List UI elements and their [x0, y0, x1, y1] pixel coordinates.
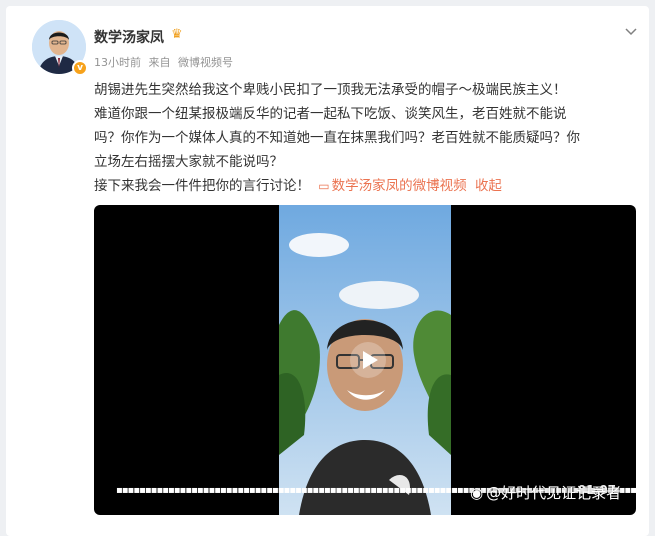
chevron-down-icon[interactable]: [621, 22, 641, 42]
post-meta: 13小时前 来自 微博视频号: [94, 54, 237, 70]
watermark: ◉ @好时代见证记录者: [470, 482, 621, 503]
weibo-post-card: v 数学汤家凤 ♛ 13小时前 来自 微博视频号 胡锡进先生突然给我这个卑贱小民…: [6, 6, 649, 536]
author-avatar[interactable]: v: [32, 20, 90, 78]
post-text: 胡锡进先生突然给我这个卑贱小民扣了一顶我无法承受的帽子～极端民族主义！ 难道你跟…: [94, 78, 639, 198]
post-text-last-line: 接下来我会一件件把你的言行讨论！ ▭ 数学汤家凤的微博视频 收起: [94, 174, 639, 198]
source-prefix: 来自: [148, 56, 171, 69]
play-icon[interactable]: [349, 341, 387, 379]
post-text-line: 接下来我会一件件把你的言行讨论！: [94, 178, 310, 194]
post-source[interactable]: 微博视频号: [178, 56, 233, 69]
video-link[interactable]: ▭ 数学汤家凤的微博视频: [318, 178, 466, 194]
post-text-line: 胡锡进先生突然给我这个卑贱小民扣了一顶我无法承受的帽子～极端民族主义！: [94, 82, 567, 98]
watermark-text: @好时代见证记录者: [486, 484, 622, 502]
author-name[interactable]: 数学汤家凤: [94, 27, 164, 47]
member-crown-icon: ♛: [171, 27, 183, 42]
verified-badge-icon: v: [72, 60, 88, 76]
post-time[interactable]: 13小时前: [94, 56, 141, 69]
weibo-logo-icon: ◉: [470, 484, 484, 502]
post-text-line: 立场左右摇摆大家就不能说吗？: [94, 154, 283, 170]
video-icon: ▭: [318, 179, 330, 193]
post-text-line: 吗？你作为一个媒体人真的不知道她一直在抹黑我们吗？老百姓就不能质疑吗？你: [94, 130, 580, 146]
video-player[interactable]: ▪▪▪▪▪▪▪▪▪▪▪▪▪▪▪▪▪▪▪▪▪▪▪▪▪▪▪▪▪▪▪▪▪▪▪▪▪▪▪▪…: [94, 205, 636, 515]
collapse-link[interactable]: 收起: [475, 178, 502, 194]
video-link-label: 数学汤家凤的微博视频: [331, 178, 467, 194]
post-text-line: 难道你跟一个纽某报极端反华的记者一起私下吃饭、谈笑风生，老百姓就不能说: [94, 106, 567, 122]
